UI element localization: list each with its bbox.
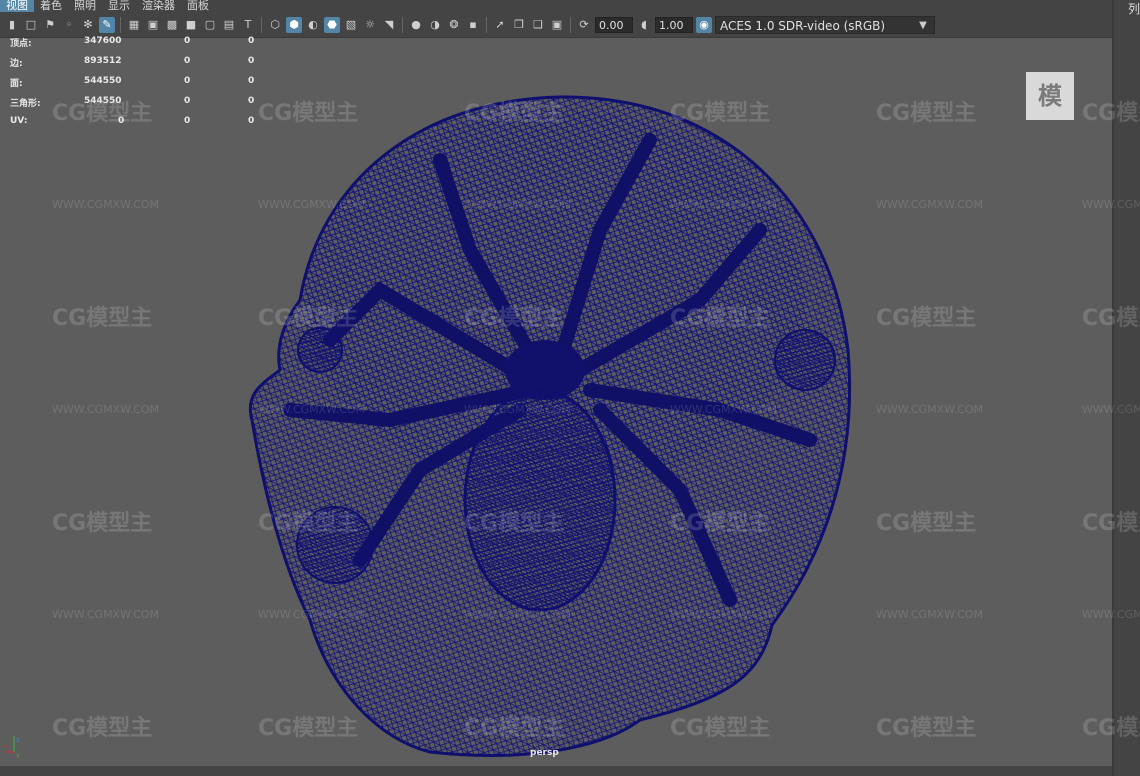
hud-value: 0 — [184, 116, 191, 126]
corner-logo: 模 — [1026, 72, 1074, 120]
axis-y-label: y — [16, 751, 20, 758]
axis-gizmo: z x y — [4, 736, 20, 758]
axis-x-label: x — [4, 742, 8, 750]
side-panel: 列 — [1112, 0, 1140, 776]
hud-row-triangles: 三角形: 544550 0 0 — [10, 96, 270, 116]
hud-label: 面: — [10, 79, 23, 89]
hud-value: 0 — [118, 116, 125, 126]
hud-value: 0 — [248, 96, 255, 106]
hud-row-edges: 边: 893512 0 0 — [10, 56, 270, 76]
hud-label: 边: — [10, 59, 23, 69]
hud-value: 0 — [248, 76, 255, 86]
spider-abdomen — [463, 388, 617, 612]
egg-left — [296, 506, 374, 584]
bottom-strip — [0, 766, 1112, 776]
hud-value: 0 — [184, 36, 191, 46]
hud-row-vertices: 顶点: 347600 0 0 — [10, 36, 270, 56]
hud-value: 0 — [248, 56, 255, 66]
hud-value: 0 — [184, 76, 191, 86]
hud-row-uvs: UV: 0 0 0 — [10, 116, 270, 136]
axis-z-label: z — [16, 736, 20, 744]
hud-row-faces: 面: 544550 0 0 — [10, 76, 270, 96]
hud-value: 0 — [248, 36, 255, 46]
hud-label: 顶点: — [10, 39, 32, 49]
hud-value: 544550 — [84, 76, 122, 86]
egg-upper-left — [297, 327, 343, 373]
hud-value: 0 — [184, 96, 191, 106]
camera-label: persp — [530, 748, 559, 758]
hud-value: 347600 — [84, 36, 122, 46]
hud-value: 544550 — [84, 96, 122, 106]
hud-value: 0 — [248, 116, 255, 126]
side-panel-label: 列 — [1128, 2, 1140, 16]
poly-count-hud: 顶点: 347600 0 0 边: 893512 0 0 面: 544550 0… — [10, 36, 270, 136]
egg-right — [774, 329, 836, 391]
hud-value: 0 — [184, 56, 191, 66]
hud-value: 893512 — [84, 56, 122, 66]
hud-label: 三角形: — [10, 99, 41, 109]
hud-label: UV: — [10, 116, 28, 126]
